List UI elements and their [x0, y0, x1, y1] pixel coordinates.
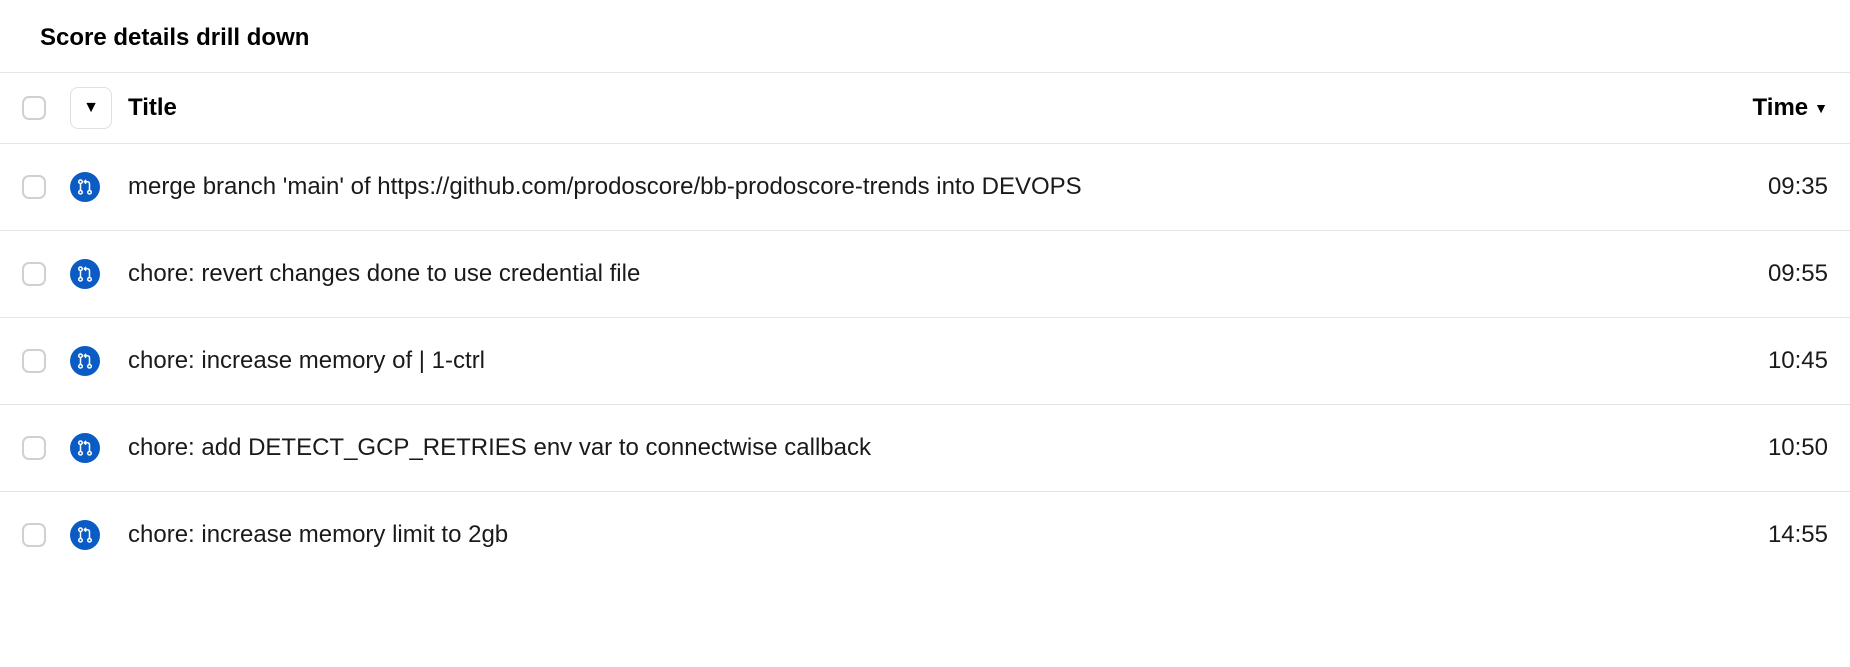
- row-time: 09:35: [1698, 173, 1828, 201]
- row-time: 10:50: [1698, 434, 1828, 462]
- pull-request-icon: [70, 520, 100, 550]
- row-title: chore: increase memory of | 1-ctrl: [128, 347, 1698, 375]
- details-table: ▼ Title Time ▼: [0, 72, 1850, 578]
- row-time: 14:55: [1698, 521, 1828, 549]
- row-checkbox[interactable]: [22, 349, 46, 373]
- row-checkbox[interactable]: [22, 262, 46, 286]
- row-time: 09:55: [1698, 260, 1828, 288]
- select-all-checkbox[interactable]: [22, 96, 46, 120]
- column-header-time[interactable]: Time ▼: [1698, 94, 1828, 122]
- table-row[interactable]: chore: increase memory of | 1-ctrl 10:45: [0, 318, 1850, 405]
- pull-request-icon: [70, 259, 100, 289]
- table-row[interactable]: chore: revert changes done to use creden…: [0, 231, 1850, 318]
- table-row[interactable]: chore: add DETECT_GCP_RETRIES env var to…: [0, 405, 1850, 492]
- pull-request-icon: [70, 172, 100, 202]
- column-header-title[interactable]: Title: [128, 94, 1698, 122]
- caret-down-icon: ▼: [83, 99, 99, 117]
- table-header-row: ▼ Title Time ▼: [0, 73, 1850, 144]
- row-time: 10:45: [1698, 347, 1828, 375]
- table-row[interactable]: chore: increase memory limit to 2gb 14:5…: [0, 492, 1850, 579]
- column-header-time-label: Time: [1753, 94, 1809, 122]
- page-title: Score details drill down: [0, 0, 1850, 72]
- row-title: chore: increase memory limit to 2gb: [128, 521, 1698, 549]
- row-checkbox[interactable]: [22, 523, 46, 547]
- bulk-actions-dropdown[interactable]: ▼: [70, 87, 112, 129]
- pull-request-icon: [70, 346, 100, 376]
- row-title: chore: revert changes done to use creden…: [128, 260, 1698, 288]
- row-title: chore: add DETECT_GCP_RETRIES env var to…: [128, 434, 1698, 462]
- row-title: merge branch 'main' of https://github.co…: [128, 173, 1698, 201]
- pull-request-icon: [70, 433, 100, 463]
- row-checkbox[interactable]: [22, 436, 46, 460]
- table-row[interactable]: merge branch 'main' of https://github.co…: [0, 144, 1850, 231]
- row-checkbox[interactable]: [22, 175, 46, 199]
- sort-caret-down-icon: ▼: [1814, 100, 1828, 116]
